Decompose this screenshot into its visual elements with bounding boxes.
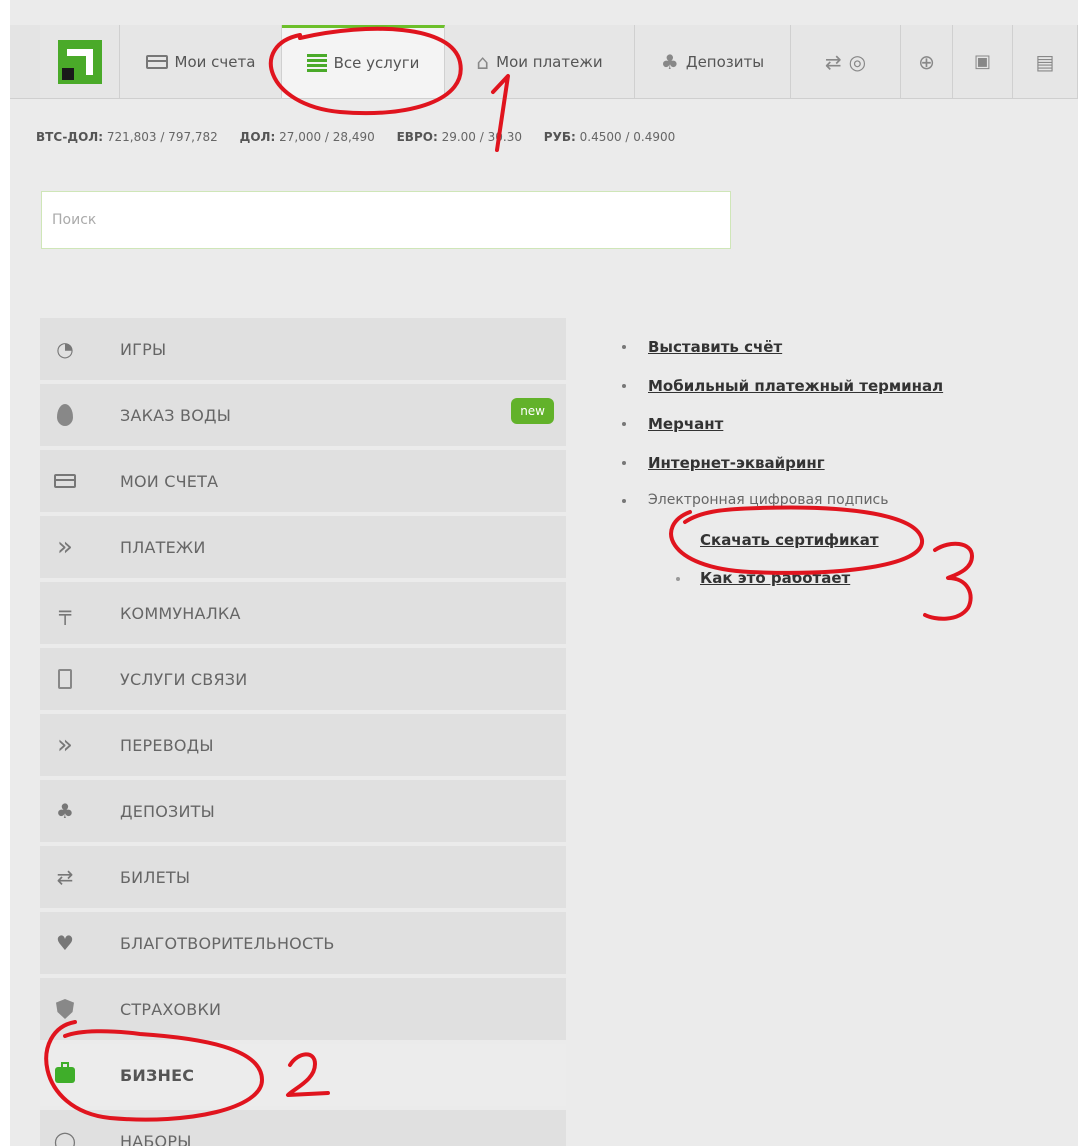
rate-eur: ЕВРО: 29.00 / 30.30 (396, 130, 522, 144)
home-logo-tab[interactable] (40, 25, 120, 98)
menu-item-label: ИГРЫ (120, 339, 167, 359)
double-chevron-icon: » (57, 730, 73, 760)
water-drop-icon (52, 403, 78, 427)
bullet-icon (622, 460, 626, 465)
menu-item-utilities[interactable]: ╤ КОММУНАЛКА (40, 582, 566, 644)
home-icon: ⌂ (476, 49, 490, 74)
circle-icon: ◯ (53, 1129, 77, 1146)
menu-item-charity[interactable]: ♥ БЛАГОТВОРИТЕЛЬНОСТЬ (40, 912, 566, 974)
briefcase-icon (52, 1062, 78, 1087)
link-download-certificate[interactable]: Скачать сертификат (700, 531, 879, 549)
digital-signature-label: Электронная цифровая подпись (648, 492, 889, 508)
bullet-icon (622, 383, 626, 388)
globe-icon: ◎ (848, 49, 867, 74)
menu-item-payments[interactable]: » ПЛАТЕЖИ (40, 516, 566, 578)
tab-label: Депозиты (685, 52, 765, 71)
services-menu: ◔ ИГРЫ ЗАКАЗ ВОДЫ new МОИ СЧЕТА » ПЛАТЕЖ… (40, 318, 566, 1146)
piggy-icon: ♣ (660, 49, 679, 74)
tickets-icon: ⇄ (824, 49, 842, 74)
phone-icon (52, 667, 78, 691)
tab-all-services[interactable]: Все услуги (282, 25, 445, 98)
gamepad-icon: ◔ (56, 337, 74, 361)
tab-plus[interactable]: ⊕ (901, 25, 953, 98)
menu-item-label: СТРАХОВКИ (120, 999, 222, 1019)
tab-cart[interactable]: ▤ (1013, 25, 1078, 98)
double-chevron-icon: » (57, 532, 73, 562)
card-icon (52, 469, 78, 493)
bullet-icon (622, 499, 626, 503)
menu-item-label: БИЗНЕС (120, 1065, 195, 1085)
menu-item-games[interactable]: ◔ ИГРЫ (40, 318, 566, 380)
faucet-icon: ╤ (58, 601, 72, 625)
bullet-icon (622, 422, 626, 426)
link-internet-acquiring[interactable]: Интернет-эквайринг (648, 454, 825, 472)
rate-usd: ДОЛ: 27,000 / 28,490 (239, 130, 375, 144)
menu-item-label: ПЕРЕВОДЫ (120, 735, 214, 755)
menu-item-my-accounts[interactable]: МОИ СЧЕТА (40, 450, 566, 512)
menu-item-label: КОММУНАЛКА (120, 603, 241, 623)
menu-item-transfers[interactable]: » ПЕРЕВОДЫ (40, 714, 566, 776)
top-navigation: Мои счета Все услуги ⌂ Мои платежи ♣ Деп… (10, 25, 1078, 99)
tab-label: Все услуги (333, 54, 420, 72)
plus-circle-icon: ⊕ (918, 49, 935, 74)
heart-hand-icon: ♥ (56, 931, 74, 955)
help-icon: ▣ (973, 51, 991, 72)
new-badge: new (511, 398, 554, 424)
tab-tickets[interactable]: ⇄ ◎ (791, 25, 901, 98)
tickets-icon: ⇄ (56, 865, 74, 889)
menu-item-deposits[interactable]: ♣ ДЕПОЗИТЫ (40, 780, 566, 842)
menu-item-label: ПЛАТЕЖИ (120, 537, 206, 557)
exchange-rates: BTC-ДОЛ: 721,803 / 797,782 ДОЛ: 27,000 /… (36, 130, 693, 144)
menu-item-label: БЛАГОТВОРИТЕЛЬНОСТЬ (120, 933, 335, 953)
menu-item-tickets[interactable]: ⇄ БИЛЕТЫ (40, 846, 566, 908)
link-merchant[interactable]: Мерчант (648, 415, 723, 433)
page: Мои счета Все услуги ⌂ Мои платежи ♣ Деп… (10, 0, 1078, 1146)
menu-item-telecom[interactable]: УСЛУГИ СВЯЗИ (40, 648, 566, 710)
link-issue-invoice[interactable]: Выставить счёт (648, 338, 782, 356)
card-icon (145, 54, 168, 69)
rate-rub: РУБ: 0.4500 / 0.4900 (543, 130, 676, 144)
cart-icon: ▤ (1035, 49, 1055, 74)
shield-icon (52, 997, 78, 1021)
link-how-it-works[interactable]: Как это работает (700, 569, 850, 587)
menu-item-sets[interactable]: ◯ НАБОРЫ (40, 1110, 566, 1146)
bullet-icon (676, 577, 680, 581)
menu-item-label: УСЛУГИ СВЯЗИ (120, 669, 248, 689)
menu-item-label: ДЕПОЗИТЫ (120, 801, 215, 821)
bullet-icon (622, 345, 626, 349)
privatbank-logo-icon (57, 39, 102, 84)
menu-item-label: ЗАКАЗ ВОДЫ (120, 405, 232, 425)
search-input[interactable] (41, 191, 731, 249)
menu-item-label: БИЛЕТЫ (120, 867, 191, 887)
rate-btc: BTC-ДОЛ: 721,803 / 797,782 (36, 130, 218, 144)
menu-item-business[interactable]: БИЗНЕС (40, 1044, 566, 1106)
tab-my-payments[interactable]: ⌂ Мои платежи (445, 25, 635, 98)
tab-deposits[interactable]: ♣ Депозиты (635, 25, 791, 98)
menu-item-label: НАБОРЫ (120, 1131, 192, 1146)
menu-item-water-order[interactable]: ЗАКАЗ ВОДЫ new (40, 384, 566, 446)
menu-item-label: МОИ СЧЕТА (120, 471, 219, 491)
tab-my-accounts[interactable]: Мои счета (120, 25, 282, 98)
link-mobile-terminal[interactable]: Мобильный платежный терминал (648, 377, 943, 395)
tab-label: Мои платежи (496, 52, 603, 71)
menu-item-insurance[interactable]: СТРАХОВКИ (40, 978, 566, 1040)
list-icon (306, 54, 327, 72)
tab-label: Мои счета (174, 52, 256, 71)
piggy-icon: ♣ (56, 799, 74, 823)
tab-help[interactable]: ▣ (953, 25, 1013, 98)
